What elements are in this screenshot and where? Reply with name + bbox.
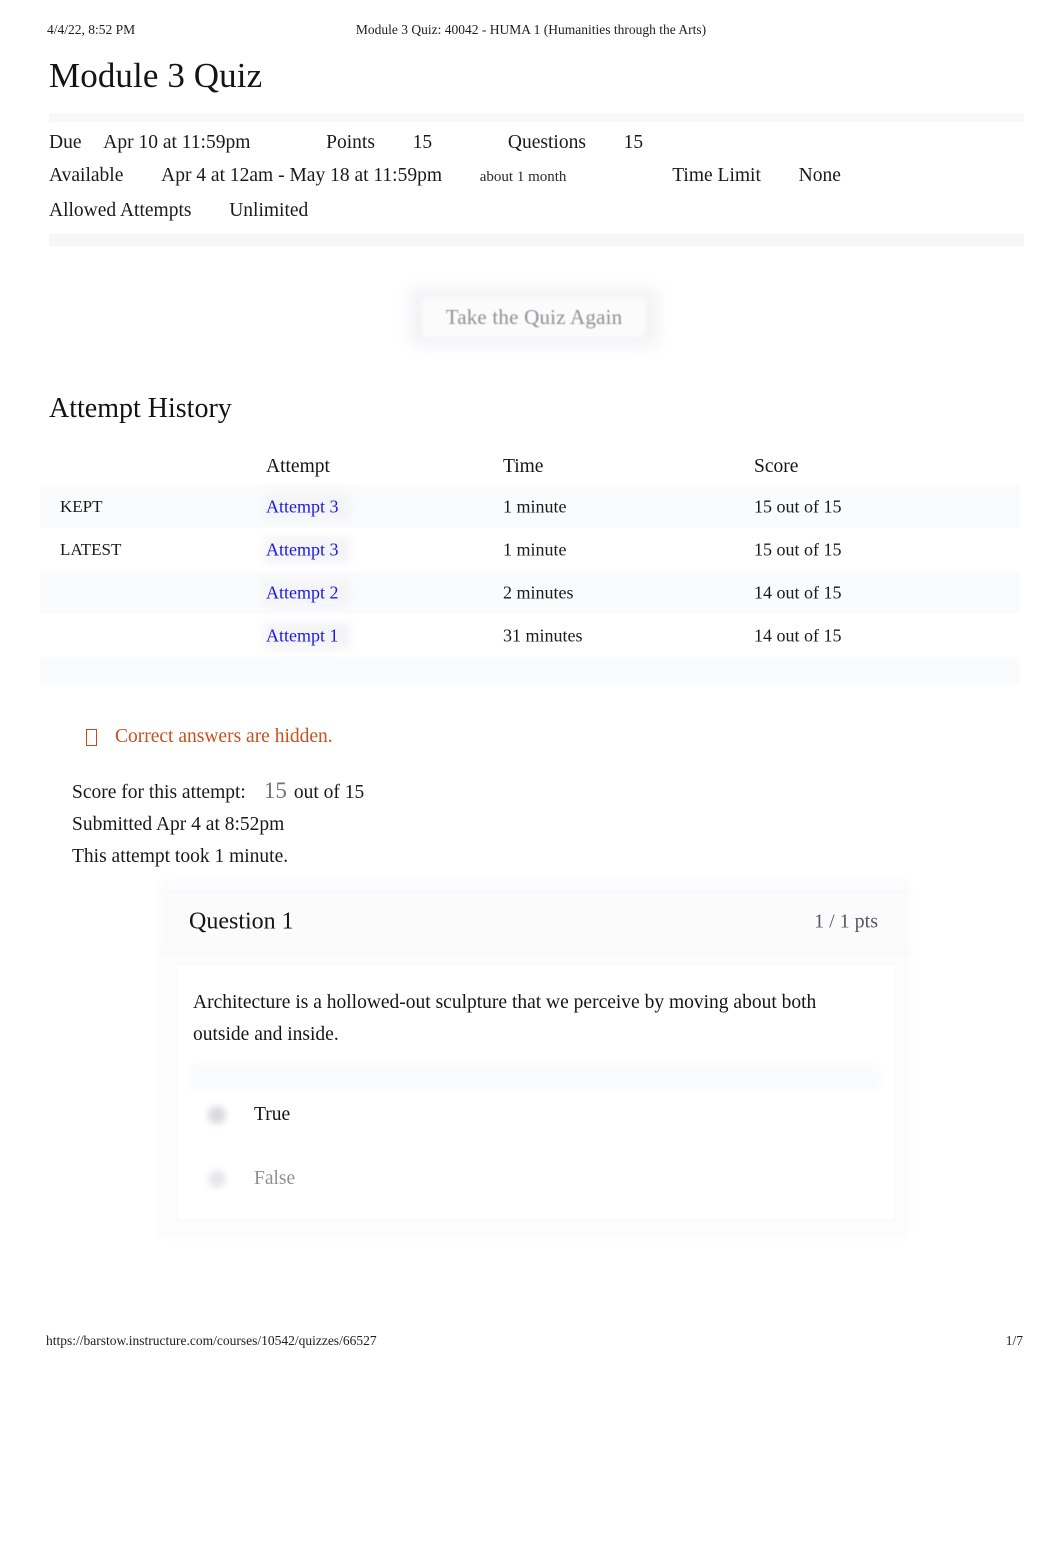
hidden-eye-icon: [86, 728, 97, 746]
row-score: 15 out of 15: [754, 539, 842, 559]
question-title: Question 1: [189, 908, 294, 935]
take-quiz-again-label: Take the Quiz Again: [445, 304, 623, 329]
row-time: 1 minute: [503, 496, 567, 516]
question-header: Question 1 1 / 1 pts: [160, 891, 910, 953]
duration-line: This attempt took 1 minute.: [72, 846, 289, 867]
table-footer-stripe: [40, 657, 1020, 685]
points-label: Points: [326, 132, 375, 153]
row-flag: KEPT: [60, 496, 103, 516]
radio-button-icon[interactable]: [208, 1170, 226, 1188]
question-card: Question 1 1 / 1 pts Architecture is a h…: [160, 879, 910, 1239]
time-limit-value: None: [798, 165, 841, 186]
answer-option-true[interactable]: True: [190, 1087, 880, 1143]
table-row: Attempt 1 31 minutes 14 out of 15: [40, 614, 1020, 657]
answer-label: False: [254, 1168, 296, 1189]
column-header-attempt: Attempt: [266, 455, 330, 477]
page-title: Module 3 Quiz: [49, 56, 263, 95]
attempt-link[interactable]: Attempt 3: [266, 496, 339, 517]
column-header-time: Time: [503, 455, 544, 477]
row-score: 14 out of 15: [754, 582, 842, 602]
attempt-link[interactable]: Attempt 3: [266, 539, 339, 560]
print-header: 4/4/22, 8:52 PM Module 3 Quiz: 40042 - H…: [0, 22, 1062, 44]
quiz-meta-row-available: Available Apr 4 at 12am - May 18 at 11:5…: [49, 164, 841, 189]
available-value: Apr 4 at 12am - May 18 at 11:59pm: [161, 165, 443, 186]
row-time: 2 minutes: [503, 582, 574, 602]
table-row: Attempt 2 2 minutes 14 out of 15: [40, 571, 1020, 614]
column-header-score: Score: [754, 455, 799, 477]
time-limit-label: Time Limit: [672, 165, 761, 186]
quiz-meta-row-due: Due Apr 10 at 11:59pm Points 15 Question…: [49, 131, 643, 155]
questions-value: 15: [623, 132, 644, 153]
quiz-meta-block: Due Apr 10 at 11:59pm Points 15 Question…: [49, 113, 1024, 246]
radio-button-icon[interactable]: [208, 1106, 226, 1124]
print-footer: https://barstow.instructure.com/courses/…: [0, 1333, 1062, 1351]
table-row: KEPT Attempt 3 1 minute 15 out of 15: [40, 485, 1020, 528]
available-label: Available: [49, 165, 124, 186]
submitted-line: Submitted Apr 4 at 8:52pm: [72, 814, 285, 835]
allowed-attempts-label: Allowed Attempts: [49, 200, 192, 221]
available-note: about 1 month: [479, 169, 567, 185]
hidden-answers-text: Correct answers are hidden.: [115, 726, 333, 747]
table-row: LATEST Attempt 3 1 minute 15 out of 15: [40, 528, 1020, 571]
score-line: Score for this attempt: 15 out of 15: [72, 775, 364, 809]
question-text: Architecture is a hollowed-out sculpture…: [193, 992, 817, 1045]
attempt-link[interactable]: Attempt 1: [266, 625, 339, 646]
row-score: 14 out of 15: [754, 625, 842, 645]
attempt-link[interactable]: Attempt 2: [266, 582, 339, 603]
hidden-answers-notice: Correct answers are hidden.: [86, 724, 333, 750]
score-prefix: Score for this attempt:: [72, 782, 246, 803]
question-points: 1 / 1 pts: [814, 910, 878, 933]
meta-bottom-divider: [49, 234, 1024, 246]
attempt-link-text[interactable]: Attempt 3: [266, 539, 339, 559]
row-time: 1 minute: [503, 539, 567, 559]
row-time: 31 minutes: [503, 625, 583, 645]
due-label: Due: [49, 132, 82, 153]
take-quiz-again-button[interactable]: Take the Quiz Again: [409, 287, 659, 347]
score-value: 15: [263, 778, 287, 803]
score-suffix: out of 15: [293, 782, 365, 803]
points-value: 15: [412, 132, 433, 153]
attempt-history-heading: Attempt History: [49, 393, 232, 424]
footer-page-number: 1/7: [1005, 1333, 1023, 1348]
allowed-attempts-value: Unlimited: [229, 200, 309, 221]
row-score: 15 out of 15: [754, 496, 842, 516]
answer-label: True: [254, 1104, 291, 1125]
print-doc-title: Module 3 Quiz: 40042 - HUMA 1 (Humanitie…: [355, 22, 707, 37]
attempt-link-text[interactable]: Attempt 2: [266, 582, 339, 602]
attempt-summary: Score for this attempt: 15 out of 15 Submi…: [72, 775, 364, 873]
meta-top-divider: [49, 113, 1024, 122]
attempt-history-table: Attempt Time Score KEPT Attempt 3 1 minu…: [40, 448, 1020, 685]
table-header-row: Attempt Time Score: [40, 448, 1020, 485]
attempt-link-text[interactable]: Attempt 3: [266, 496, 339, 516]
attempt-link-text[interactable]: Attempt 1: [266, 625, 339, 645]
footer-url: https://barstow.instructure.com/courses/…: [46, 1333, 377, 1348]
quiz-meta-row-attempts: Allowed Attempts Unlimited: [49, 199, 308, 223]
row-flag: LATEST: [60, 539, 122, 559]
questions-label: Questions: [507, 132, 586, 153]
due-value: Apr 10 at 11:59pm: [103, 132, 251, 153]
answer-option-false[interactable]: False: [190, 1151, 880, 1207]
